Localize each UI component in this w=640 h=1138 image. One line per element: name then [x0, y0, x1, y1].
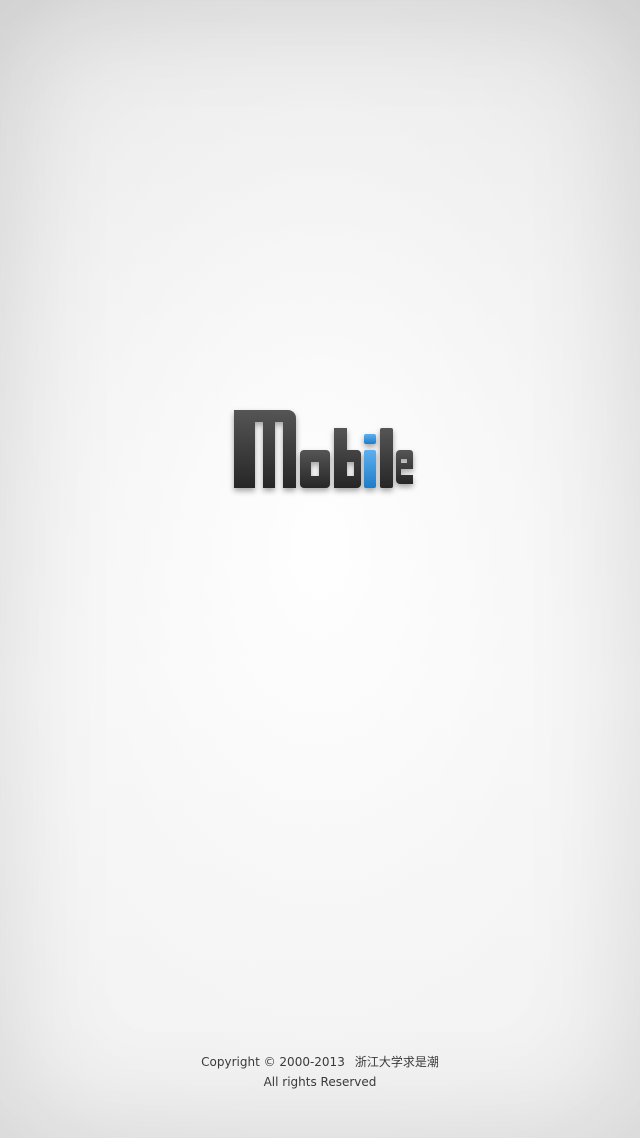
copyright-text: Copyright © 2000-2013: [201, 1055, 345, 1069]
rights-text: All rights Reserved: [263, 1075, 377, 1089]
app-logo: [232, 406, 414, 508]
organization-text: 浙江大学求是潮: [354, 1055, 439, 1069]
splash-screen: Copyright © 2000-2013 浙江大学求是潮 All rights …: [0, 0, 640, 1138]
copyright-line: Copyright © 2000-2013 浙江大学求是潮: [0, 1052, 640, 1072]
footer: Copyright © 2000-2013 浙江大学求是潮 All rights …: [0, 1052, 640, 1092]
